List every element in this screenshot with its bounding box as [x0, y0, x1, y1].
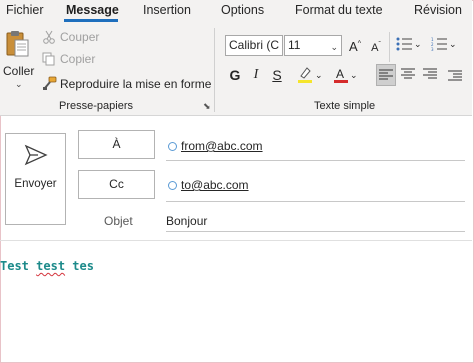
to-field-line: [166, 160, 465, 161]
bold-icon: G: [229, 67, 241, 83]
paste-button[interactable]: Coller ⌄: [3, 28, 35, 90]
chevron-down-icon: ⌄: [449, 38, 457, 49]
send-label: Envoyer: [14, 178, 57, 190]
misspelled-word: test: [36, 259, 66, 273]
align-center-icon: [401, 64, 415, 79]
font-color-button[interactable]: A ⌄: [334, 66, 358, 84]
highlighter-icon: [297, 66, 313, 84]
align-center-button[interactable]: [398, 64, 418, 86]
font-name-dropdown[interactable]: Calibri (C: [225, 35, 283, 56]
copy-label: Copier: [60, 52, 96, 66]
tab-format-du-texte[interactable]: Format du texte: [295, 3, 383, 17]
bullet-list-icon: [396, 37, 412, 51]
font-name-value: Calibri (C: [229, 38, 280, 52]
paste-label: Coller: [3, 64, 35, 78]
bullets-button[interactable]: ⌄: [396, 37, 422, 51]
tab-message[interactable]: Message: [66, 3, 119, 17]
basic-text-group-label: Texte simple: [314, 100, 376, 112]
align-left-icon: [379, 65, 393, 80]
chevron-down-icon: ⌄: [15, 79, 23, 89]
shrink-font-icon: Aˇ: [371, 41, 381, 54]
cc-field-line: [166, 201, 465, 202]
ribbon: Coller ⌄ Couper Copier Reproduire la mis…: [0, 22, 472, 116]
shrink-font-button[interactable]: Aˇ: [366, 34, 386, 56]
tab-revision[interactable]: Révision: [414, 3, 462, 17]
font-size-dropdown[interactable]: 11 ⌄: [284, 35, 342, 56]
paintbrush-icon: [42, 76, 57, 91]
body-divider: [0, 240, 472, 241]
separator: [389, 32, 390, 62]
underline-button[interactable]: S: [267, 64, 287, 86]
tab-fichier[interactable]: Fichier: [6, 3, 44, 17]
tab-insertion[interactable]: Insertion: [143, 3, 191, 17]
subject-input[interactable]: Bonjour: [166, 214, 207, 228]
align-right-icon: [423, 64, 437, 79]
align-right-button[interactable]: [420, 64, 440, 86]
message-body[interactable]: Test test tes: [0, 259, 94, 273]
send-button[interactable]: Envoyer: [5, 133, 66, 225]
ribbon-tabs: Fichier Message Insertion Options Format…: [0, 0, 472, 22]
body-word: tes: [72, 259, 94, 273]
format-painter-label: Reproduire la mise en forme: [60, 76, 212, 91]
align-left-button[interactable]: [376, 64, 396, 86]
subject-field-line: [166, 231, 465, 232]
chevron-down-icon: ⌄: [414, 38, 422, 49]
grow-font-icon: A^: [349, 39, 361, 55]
to-button[interactable]: À: [78, 130, 155, 159]
grow-font-button[interactable]: A^: [345, 34, 365, 56]
italic-button[interactable]: I: [246, 64, 266, 86]
send-icon: [24, 144, 48, 166]
more-paragraph-options-button[interactable]: [448, 64, 464, 86]
presence-circle-icon: [168, 180, 177, 190]
cut-button[interactable]: Couper: [42, 30, 99, 44]
scissors-icon: [42, 30, 56, 44]
clipboard-icon: [6, 30, 30, 58]
to-address: to@abc.com: [181, 178, 249, 192]
font-size-value: 11: [288, 38, 301, 52]
bold-button[interactable]: G: [225, 64, 245, 86]
numbered-list-icon: 123: [431, 37, 447, 52]
tab-options[interactable]: Options: [221, 3, 264, 17]
chevron-down-icon: ⌄: [350, 69, 358, 80]
cc-button[interactable]: Cc: [78, 170, 155, 199]
presence-circle-icon: [168, 141, 177, 151]
italic-icon: I: [253, 67, 259, 82]
copy-button[interactable]: Copier: [42, 52, 95, 66]
svg-text:3: 3: [431, 47, 434, 51]
chevron-down-icon: ⌄: [315, 69, 323, 80]
body-word: Test: [0, 259, 29, 273]
to-recipient[interactable]: to@abc.com: [168, 178, 249, 192]
font-color-icon: A: [334, 66, 348, 84]
copy-icon: [42, 52, 56, 66]
group-separator: [214, 28, 215, 112]
clipboard-group-label: Presse-papiers: [59, 100, 133, 112]
dialog-launcher-icon[interactable]: ⬊: [203, 101, 211, 112]
subject-label: Objet: [104, 214, 133, 228]
svg-text:A: A: [336, 67, 344, 81]
format-painter-button[interactable]: Reproduire la mise en forme: [42, 76, 211, 91]
highlight-button[interactable]: ⌄: [297, 66, 323, 84]
from-recipient[interactable]: from@abc.com: [168, 139, 263, 153]
cut-label: Couper: [60, 30, 100, 44]
underline-icon: S: [272, 67, 282, 83]
from-address: from@abc.com: [181, 139, 263, 153]
numbering-button[interactable]: 123 ⌄: [431, 37, 457, 52]
chevron-down-icon: ⌄: [330, 42, 338, 52]
indent-icon: [448, 69, 462, 81]
